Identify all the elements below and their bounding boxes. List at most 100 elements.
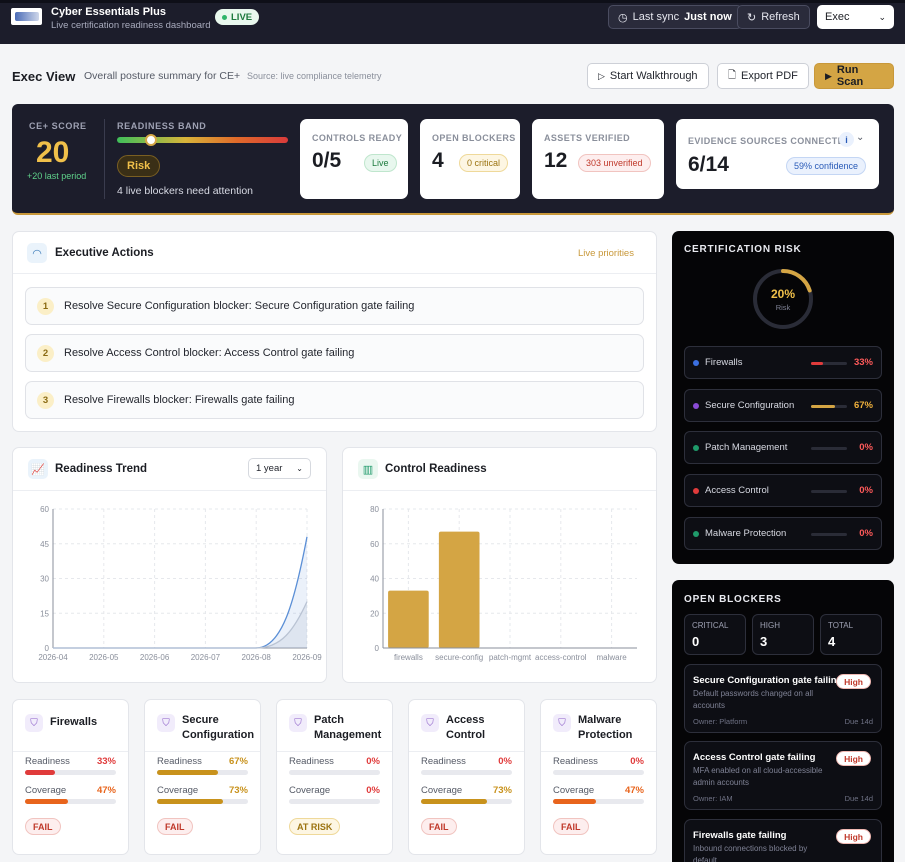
risk-row[interactable]: Secure Configuration 67% <box>684 389 882 422</box>
status-dot-icon <box>693 403 699 409</box>
last-sync-button[interactable]: ◷ Last sync Just now <box>608 5 742 29</box>
control-name: Patch Management <box>314 714 382 741</box>
data-source: Source: live compliance telemetry <box>247 71 382 81</box>
action-item[interactable]: 3 Resolve Firewalls blocker: Firewalls ga… <box>25 381 644 419</box>
x-tick-label: patch-mgmt <box>489 653 532 662</box>
readiness-value: 0% <box>366 756 380 767</box>
control-card[interactable]: ⛉ Firewalls Readiness 33% Coverage 47% FAIL <box>12 699 129 855</box>
coverage-bar <box>25 799 116 804</box>
coverage-label: Coverage <box>157 785 199 796</box>
readiness-bar <box>25 770 116 775</box>
run-scan-button[interactable]: ▶ Run Scan <box>814 63 894 89</box>
blocker-due: Due 14d <box>844 717 873 726</box>
chevron-down-icon[interactable]: ⌄ <box>856 132 864 143</box>
export-pdf-button[interactable]: 🗋 Export PDF <box>717 63 809 89</box>
readiness-value: 33% <box>96 756 116 767</box>
blocker-item[interactable]: Access Control gate failing MFA enabled … <box>684 741 882 810</box>
severity-badge: High <box>836 674 871 689</box>
page-subtitle: Overall posture summary for CE+ <box>84 70 241 82</box>
x-tick-label: malware <box>596 653 627 662</box>
band-note: 4 live blockers need attention <box>117 185 254 197</box>
risk-row[interactable]: Patch Management 0% <box>684 431 882 464</box>
severity-badge: High <box>836 751 871 766</box>
coverage-label: Coverage <box>553 785 595 796</box>
readiness-value: 67% <box>228 756 248 767</box>
action-number: 1 <box>37 297 54 315</box>
panel-title: CERTIFICATION RISK <box>684 244 802 255</box>
control-card[interactable]: ⛉ Access Control Readiness 0% Coverage 73% FAI… <box>408 699 525 855</box>
kpi-tag: Live <box>364 154 397 172</box>
status-badge: FAIL <box>25 818 61 835</box>
action-number: 3 <box>37 391 54 409</box>
coverage-bar-fill <box>25 799 68 804</box>
risk-row-bar <box>811 490 847 493</box>
info-icon[interactable]: i <box>839 132 854 147</box>
kpi-value: 12 <box>544 149 568 172</box>
start-walkthrough-button[interactable]: ▷ Start Walkthrough <box>587 63 709 89</box>
status-dot-icon <box>693 488 699 494</box>
action-text: Resolve Access Control blocker: Access C… <box>64 347 355 359</box>
divider <box>541 751 656 752</box>
readiness-label: Readiness <box>25 756 70 767</box>
app-logo <box>11 8 42 25</box>
kpi-open-blockers: OPEN BLOCKERS 4 0 critical <box>420 119 520 199</box>
x-tick-label: 2026-07 <box>191 653 221 662</box>
y-tick-label: 0 <box>45 644 50 653</box>
action-number: 2 <box>37 344 54 362</box>
card-title: Readiness Trend <box>55 463 148 475</box>
blocker-item[interactable]: Secure Configuration gate failing Defaul… <box>684 664 882 733</box>
ce-score: 20 <box>36 136 70 169</box>
risk-row-bar <box>811 533 847 536</box>
kpi-title: OPEN BLOCKERS <box>432 133 516 143</box>
band-status-badge: Risk <box>117 155 161 177</box>
blocker-description: MFA enabled on all cloud-accessible admi… <box>693 766 823 787</box>
gauge-label: Risk <box>775 303 791 312</box>
risk-row-name: Malware Protection <box>705 528 787 539</box>
series-area-2 <box>53 601 307 648</box>
app-subtitle: Live certification readiness dashboard <box>51 20 211 31</box>
blocker-title: Access Control gate failing <box>693 752 816 763</box>
high-count: HIGH 3 <box>752 614 814 655</box>
clock-icon: ◷ <box>618 11 628 24</box>
risk-row[interactable]: Firewalls 33% <box>684 346 882 379</box>
coverage-bar-fill <box>421 799 488 804</box>
readiness-bar <box>157 770 248 775</box>
y-tick-label: 20 <box>370 609 379 618</box>
kpi-title: EVIDENCE SOURCES CONNECTED <box>688 136 851 146</box>
y-tick-label: 60 <box>370 540 379 549</box>
kpi-tag: 303 unverified <box>578 154 651 172</box>
risk-row-bar-fill <box>811 362 823 365</box>
divider <box>145 751 260 752</box>
action-item[interactable]: 2 Resolve Access Control blocker: Access … <box>25 334 644 372</box>
live-badge: LIVE <box>215 9 260 25</box>
control-name: Malware Protection <box>578 714 633 741</box>
risk-row[interactable]: Malware Protection 0% <box>684 517 882 550</box>
score-label: CE+ SCORE <box>29 121 87 131</box>
control-card[interactable]: ⛉ Malware Protection Readiness 0% Coverage 47… <box>540 699 657 855</box>
kpi-value: 0/5 <box>312 149 342 172</box>
readiness-trend-chart: 0 15 30 45 60 2026-04 2026-05 2026-06 2026-07 202… <box>38 505 322 662</box>
live-dot-icon <box>222 14 227 20</box>
control-name: Access Control <box>446 714 486 741</box>
view-select[interactable]: Exec ⌄ <box>817 5 894 29</box>
blocker-item[interactable]: Firewalls gate failing Inbound connectio… <box>684 819 882 862</box>
card-title: Control Readiness <box>385 463 487 475</box>
status-dot-icon <box>693 360 699 366</box>
control-card[interactable]: ⛉ Secure Configuration Readiness 67% Coverag… <box>144 699 261 855</box>
coverage-bar-fill <box>157 799 224 804</box>
kpi-value: 4 <box>432 149 444 172</box>
refresh-button[interactable]: ↻ Refresh <box>737 5 810 29</box>
series-line-2 <box>53 601 308 649</box>
control-card[interactable]: ⛉ Patch Management Readiness 0% Coverage 0% AT… <box>276 699 393 855</box>
kpi-tag: 59% confidence <box>786 157 867 175</box>
action-item[interactable]: 1 Resolve Secure Configuration blocker: S… <box>25 287 644 325</box>
risk-row[interactable]: Access Control 0% <box>684 474 882 507</box>
divider <box>409 751 524 752</box>
range-select[interactable]: 1 year ⌄ <box>248 458 311 479</box>
x-tick-label: firewalls <box>394 653 423 662</box>
coverage-value: 47% <box>624 785 644 796</box>
gauge-icon: ◠ <box>27 243 47 263</box>
bar-firewalls <box>388 590 429 648</box>
severity-badge: High <box>836 829 871 844</box>
coverage-label: Coverage <box>25 785 67 796</box>
